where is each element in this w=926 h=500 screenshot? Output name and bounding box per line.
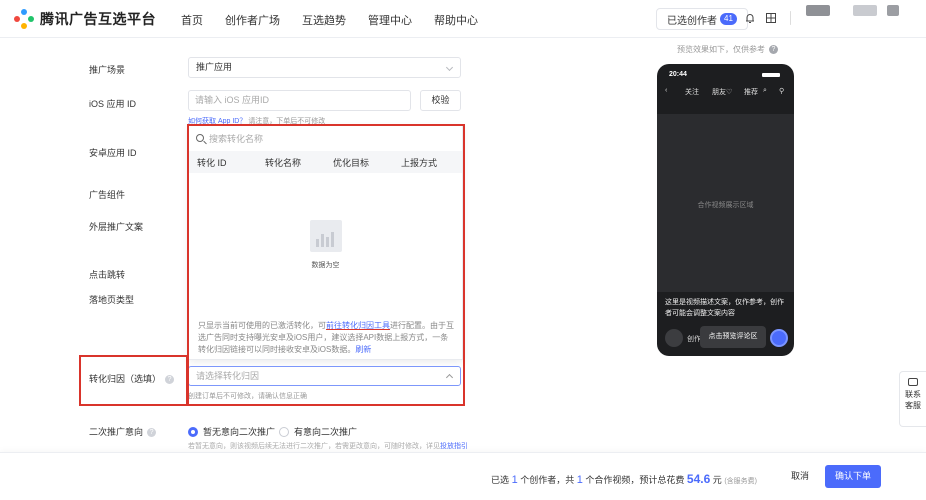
- nav-creator-square[interactable]: 创作者广场: [225, 12, 280, 28]
- side-help-line1: 联系: [905, 390, 921, 399]
- summary-text-1: 已选: [491, 475, 510, 485]
- bell-icon[interactable]: [744, 12, 756, 24]
- video-description: 这里是视频描述文案，仅作参考，创作者可能会调整文案内容: [665, 299, 784, 317]
- question-icon[interactable]: ?: [769, 45, 778, 55]
- summary-video-count: 1: [576, 474, 583, 486]
- nav-home[interactable]: 首页: [181, 12, 203, 28]
- question-icon[interactable]: ?: [147, 428, 157, 438]
- selected-creators-count: 41: [720, 13, 737, 25]
- verify-button[interactable]: 校验: [420, 90, 461, 111]
- phone-tabs: ‹ 关注 朋友♡ 推荐 ⌕ ⚲: [657, 87, 794, 101]
- brand-logo[interactable]: 腾讯广告互选平台: [14, 9, 156, 29]
- profile-icon: ⚲: [779, 88, 785, 95]
- radio-no-label: 暂无意向二次推广: [203, 427, 276, 437]
- preview-caption-text: 预览效果如下，仅供参考: [677, 45, 765, 54]
- summary-cost: 54.6: [686, 472, 711, 486]
- account-info[interactable]: [853, 5, 877, 16]
- main-nav: 首页 创作者广场 互选趋势 管理中心 帮助中心: [181, 12, 500, 28]
- secondary-hint-text: 若暂无意向，则该视频后续无法进行二次推广，若需更改意向，可随时修改，详见: [188, 443, 440, 450]
- author-avatar: [665, 329, 683, 347]
- tab-friends: 朋友♡: [712, 89, 733, 96]
- logo-icon: [14, 9, 34, 29]
- side-help-line2: 客服: [905, 401, 921, 410]
- chevron-down-icon: [445, 63, 454, 72]
- secondary-hint: 若暂无意向，则该视频后续无法进行二次推广，若需更改意向，可随时修改，详见投放指引: [188, 441, 468, 451]
- selected-creators-button[interactable]: 已选创作者 41: [656, 8, 748, 30]
- summary-text-2: 个创作者，共: [520, 475, 575, 485]
- scene-label: 推广场景: [89, 65, 126, 75]
- landing-label: 落地页类型: [89, 295, 135, 305]
- nav-management[interactable]: 管理中心: [368, 12, 412, 28]
- phone-time: 20:44: [669, 71, 687, 78]
- secondary-label: 二次推广意向?: [89, 425, 157, 438]
- battery-icon: [762, 73, 780, 77]
- scene-value: 推广应用: [196, 62, 233, 72]
- phone-preview: 20:44 ‹ 关注 朋友♡ 推荐 ⌕ ⚲ 合作视频展示区域 这里是视频描述文案…: [657, 64, 794, 356]
- interaction-icon: [770, 329, 788, 347]
- copy-label: 外层推广文案: [89, 222, 144, 232]
- radio-yes-label: 有意向二次推广: [294, 427, 358, 437]
- preview-caption: 预览效果如下，仅供参考?: [677, 44, 778, 55]
- nav-help[interactable]: 帮助中心: [434, 12, 478, 28]
- video-area: 合作视频展示区域: [657, 114, 794, 292]
- summary-text-3: 个合作视频，预计总花费: [585, 475, 685, 485]
- radio-unselected-icon: [279, 426, 289, 437]
- search-icon: ⌕: [763, 87, 767, 94]
- nav-trends[interactable]: 互选趋势: [302, 12, 346, 28]
- divider: [790, 11, 791, 25]
- brand-name: 腾讯广告互选平台: [40, 11, 156, 27]
- radio-no-intent[interactable]: 暂无意向二次推广: [188, 425, 275, 438]
- cancel-button[interactable]: 取消: [779, 465, 821, 488]
- radio-has-intent[interactable]: 有意向二次推广: [279, 425, 357, 438]
- phone-bottom-bar: 创作者 点击预览评论区: [657, 326, 794, 350]
- chat-icon: [908, 378, 918, 386]
- tab-recommend: 推荐: [744, 89, 758, 96]
- grid-icon[interactable]: [765, 12, 777, 24]
- customer-service-button[interactable]: 联系 客服: [899, 371, 926, 427]
- confirm-order-button[interactable]: 确认下单: [825, 465, 881, 488]
- secondary-label-text: 二次推广意向: [89, 427, 144, 437]
- radio-selected-icon: [188, 426, 198, 437]
- selected-creators-label: 已选创作者: [667, 15, 717, 27]
- android-label: 安卓应用 ID: [89, 148, 137, 158]
- ios-app-id-input[interactable]: 请输入 iOS 应用ID: [188, 90, 411, 111]
- preview-comment-button[interactable]: 点击预览评论区: [700, 326, 766, 348]
- tab-follow: 关注: [685, 89, 699, 96]
- summary-creator-count: 1: [511, 474, 518, 486]
- ios-label: iOS 应用 ID: [89, 99, 137, 109]
- summary-unit: 元: [712, 475, 722, 485]
- avatar[interactable]: [806, 5, 830, 16]
- jump-label: 点击跳转: [89, 270, 126, 280]
- account-extra[interactable]: [887, 5, 899, 16]
- top-navigation-bar: 腾讯广告互选平台 首页 创作者广场 互选趋势 管理中心 帮助中心 已选创作者 4…: [0, 0, 926, 38]
- highlight-dropdown-box: [187, 124, 465, 406]
- scene-select[interactable]: 推广应用: [188, 57, 461, 78]
- summary-tax-note: (含服务费): [724, 478, 757, 485]
- back-icon: ‹: [665, 87, 668, 94]
- guide-link[interactable]: 投放指引: [440, 443, 468, 450]
- highlight-label-box: [79, 355, 188, 406]
- order-summary: 已选 1 个创作者，共 1 个合作视频，预计总花费 54.6 元 (含服务费): [491, 472, 757, 486]
- video-placeholder: 合作视频展示区域: [697, 202, 754, 209]
- component-label: 广告组件: [89, 190, 126, 200]
